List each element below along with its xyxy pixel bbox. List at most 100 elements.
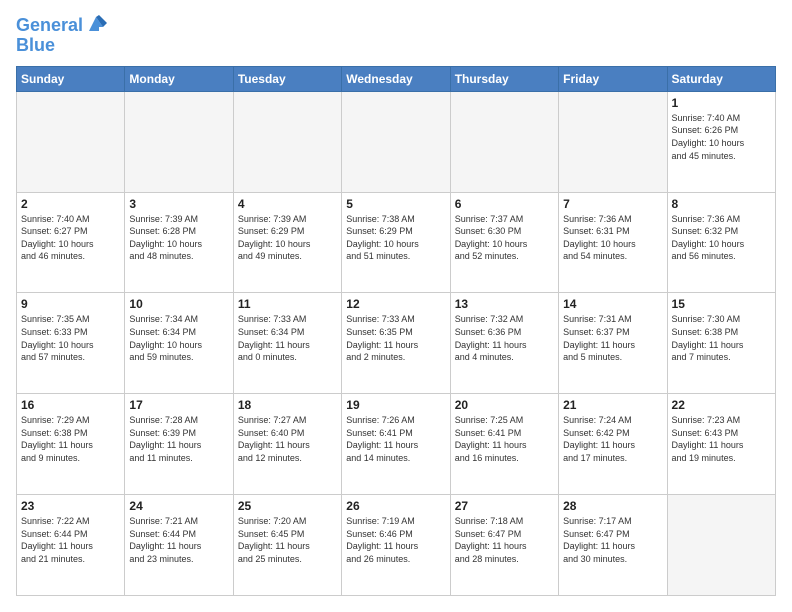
day-info: Sunrise: 7:22 AM Sunset: 6:44 PM Dayligh…: [21, 515, 120, 565]
day-number: 23: [21, 499, 120, 513]
day-cell: [125, 91, 233, 192]
day-cell: 6 Sunrise: 7:37 AM Sunset: 6:30 PM Daylig…: [450, 192, 558, 293]
day-info: Sunrise: 7:28 AM Sunset: 6:39 PM Dayligh…: [129, 414, 228, 464]
day-cell: 12Sunrise: 7:33 AM Sunset: 6:35 PM Dayli…: [342, 293, 450, 394]
week-row-4: 23 Sunrise: 7:22 AM Sunset: 6:44 PM Dayli…: [17, 495, 776, 596]
day-info: Sunrise: 7:19 AM Sunset: 6:46 PM Dayligh…: [346, 515, 445, 565]
day-info: Sunrise: 7:27 AM Sunset: 6:40 PM Dayligh…: [238, 414, 337, 464]
day-info: Sunrise: 7:35 AM Sunset: 6:33 PM Dayligh…: [21, 313, 120, 363]
day-cell: [667, 495, 775, 596]
weekday-header-sunday: Sunday: [17, 66, 125, 91]
day-number: 13: [455, 297, 554, 311]
day-info: Sunrise: 7:17 AM Sunset: 6:47 PM Dayligh…: [563, 515, 662, 565]
day-number: 6: [455, 197, 554, 211]
weekday-header-row: SundayMondayTuesdayWednesdayThursdayFrid…: [17, 66, 776, 91]
day-cell: 23 Sunrise: 7:22 AM Sunset: 6:44 PM Dayli…: [17, 495, 125, 596]
week-row-1: 2 Sunrise: 7:40 AM Sunset: 6:27 PM Daylig…: [17, 192, 776, 293]
week-row-3: 16Sunrise: 7:29 AM Sunset: 6:38 PM Dayli…: [17, 394, 776, 495]
day-info: Sunrise: 7:24 AM Sunset: 6:42 PM Dayligh…: [563, 414, 662, 464]
logo-icon: [85, 13, 107, 35]
day-cell: 28 Sunrise: 7:17 AM Sunset: 6:47 PM Dayli…: [559, 495, 667, 596]
day-number: 25: [238, 499, 337, 513]
day-info: Sunrise: 7:39 AM Sunset: 6:28 PM Dayligh…: [129, 213, 228, 263]
day-cell: [342, 91, 450, 192]
day-number: 10: [129, 297, 228, 311]
day-number: 14: [563, 297, 662, 311]
day-info: Sunrise: 7:33 AM Sunset: 6:34 PM Dayligh…: [238, 313, 337, 363]
logo-text: General: [16, 16, 83, 36]
day-cell: [233, 91, 341, 192]
weekday-header-monday: Monday: [125, 66, 233, 91]
day-number: 1: [672, 96, 771, 110]
day-info: Sunrise: 7:29 AM Sunset: 6:38 PM Dayligh…: [21, 414, 120, 464]
day-cell: 22 Sunrise: 7:23 AM Sunset: 6:43 PM Dayli…: [667, 394, 775, 495]
day-cell: 20 Sunrise: 7:25 AM Sunset: 6:41 PM Dayli…: [450, 394, 558, 495]
day-cell: [450, 91, 558, 192]
day-cell: 25 Sunrise: 7:20 AM Sunset: 6:45 PM Dayli…: [233, 495, 341, 596]
day-info: Sunrise: 7:33 AM Sunset: 6:35 PM Dayligh…: [346, 313, 445, 363]
day-cell: 24Sunrise: 7:21 AM Sunset: 6:44 PM Dayli…: [125, 495, 233, 596]
day-cell: 18Sunrise: 7:27 AM Sunset: 6:40 PM Dayli…: [233, 394, 341, 495]
day-number: 2: [21, 197, 120, 211]
day-info: Sunrise: 7:37 AM Sunset: 6:30 PM Dayligh…: [455, 213, 554, 263]
header: General Blue: [16, 16, 776, 56]
day-info: Sunrise: 7:21 AM Sunset: 6:44 PM Dayligh…: [129, 515, 228, 565]
day-number: 8: [672, 197, 771, 211]
week-row-2: 9 Sunrise: 7:35 AM Sunset: 6:33 PM Daylig…: [17, 293, 776, 394]
day-info: Sunrise: 7:26 AM Sunset: 6:41 PM Dayligh…: [346, 414, 445, 464]
day-info: Sunrise: 7:30 AM Sunset: 6:38 PM Dayligh…: [672, 313, 771, 363]
calendar-table: SundayMondayTuesdayWednesdayThursdayFrid…: [16, 66, 776, 596]
day-number: 7: [563, 197, 662, 211]
day-cell: 14 Sunrise: 7:31 AM Sunset: 6:37 PM Dayli…: [559, 293, 667, 394]
day-cell: 8 Sunrise: 7:36 AM Sunset: 6:32 PM Daylig…: [667, 192, 775, 293]
day-number: 9: [21, 297, 120, 311]
day-cell: 15 Sunrise: 7:30 AM Sunset: 6:38 PM Dayli…: [667, 293, 775, 394]
day-number: 5: [346, 197, 445, 211]
day-cell: 21 Sunrise: 7:24 AM Sunset: 6:42 PM Dayli…: [559, 394, 667, 495]
day-number: 15: [672, 297, 771, 311]
weekday-header-saturday: Saturday: [667, 66, 775, 91]
weekday-header-wednesday: Wednesday: [342, 66, 450, 91]
day-info: Sunrise: 7:40 AM Sunset: 6:27 PM Dayligh…: [21, 213, 120, 263]
day-info: Sunrise: 7:25 AM Sunset: 6:41 PM Dayligh…: [455, 414, 554, 464]
day-info: Sunrise: 7:39 AM Sunset: 6:29 PM Dayligh…: [238, 213, 337, 263]
day-cell: 4 Sunrise: 7:39 AM Sunset: 6:29 PM Daylig…: [233, 192, 341, 293]
day-number: 28: [563, 499, 662, 513]
day-info: Sunrise: 7:36 AM Sunset: 6:32 PM Dayligh…: [672, 213, 771, 263]
day-info: Sunrise: 7:36 AM Sunset: 6:31 PM Dayligh…: [563, 213, 662, 263]
day-cell: 27Sunrise: 7:18 AM Sunset: 6:47 PM Dayli…: [450, 495, 558, 596]
day-number: 4: [238, 197, 337, 211]
day-cell: [559, 91, 667, 192]
day-info: Sunrise: 7:34 AM Sunset: 6:34 PM Dayligh…: [129, 313, 228, 363]
logo: General Blue: [16, 16, 107, 56]
day-number: 19: [346, 398, 445, 412]
day-cell: 2 Sunrise: 7:40 AM Sunset: 6:27 PM Daylig…: [17, 192, 125, 293]
day-number: 22: [672, 398, 771, 412]
day-info: Sunrise: 7:32 AM Sunset: 6:36 PM Dayligh…: [455, 313, 554, 363]
day-cell: 17 Sunrise: 7:28 AM Sunset: 6:39 PM Dayli…: [125, 394, 233, 495]
page: General Blue SundayMondayTuesdayWednesda…: [0, 0, 792, 612]
logo-text-blue: Blue: [16, 35, 55, 55]
day-cell: 11Sunrise: 7:33 AM Sunset: 6:34 PM Dayli…: [233, 293, 341, 394]
day-cell: 26 Sunrise: 7:19 AM Sunset: 6:46 PM Dayli…: [342, 495, 450, 596]
day-cell: 10 Sunrise: 7:34 AM Sunset: 6:34 PM Dayli…: [125, 293, 233, 394]
day-cell: [17, 91, 125, 192]
weekday-header-friday: Friday: [559, 66, 667, 91]
day-cell: 13 Sunrise: 7:32 AM Sunset: 6:36 PM Dayli…: [450, 293, 558, 394]
day-info: Sunrise: 7:18 AM Sunset: 6:47 PM Dayligh…: [455, 515, 554, 565]
day-info: Sunrise: 7:31 AM Sunset: 6:37 PM Dayligh…: [563, 313, 662, 363]
day-number: 20: [455, 398, 554, 412]
day-number: 26: [346, 499, 445, 513]
weekday-header-tuesday: Tuesday: [233, 66, 341, 91]
day-number: 3: [129, 197, 228, 211]
day-number: 17: [129, 398, 228, 412]
week-row-0: 1Sunrise: 7:40 AM Sunset: 6:26 PM Daylig…: [17, 91, 776, 192]
day-number: 21: [563, 398, 662, 412]
day-info: Sunrise: 7:20 AM Sunset: 6:45 PM Dayligh…: [238, 515, 337, 565]
day-cell: 16Sunrise: 7:29 AM Sunset: 6:38 PM Dayli…: [17, 394, 125, 495]
day-cell: 19 Sunrise: 7:26 AM Sunset: 6:41 PM Dayli…: [342, 394, 450, 495]
day-cell: 3 Sunrise: 7:39 AM Sunset: 6:28 PM Daylig…: [125, 192, 233, 293]
day-cell: 1Sunrise: 7:40 AM Sunset: 6:26 PM Daylig…: [667, 91, 775, 192]
day-info: Sunrise: 7:38 AM Sunset: 6:29 PM Dayligh…: [346, 213, 445, 263]
day-info: Sunrise: 7:23 AM Sunset: 6:43 PM Dayligh…: [672, 414, 771, 464]
